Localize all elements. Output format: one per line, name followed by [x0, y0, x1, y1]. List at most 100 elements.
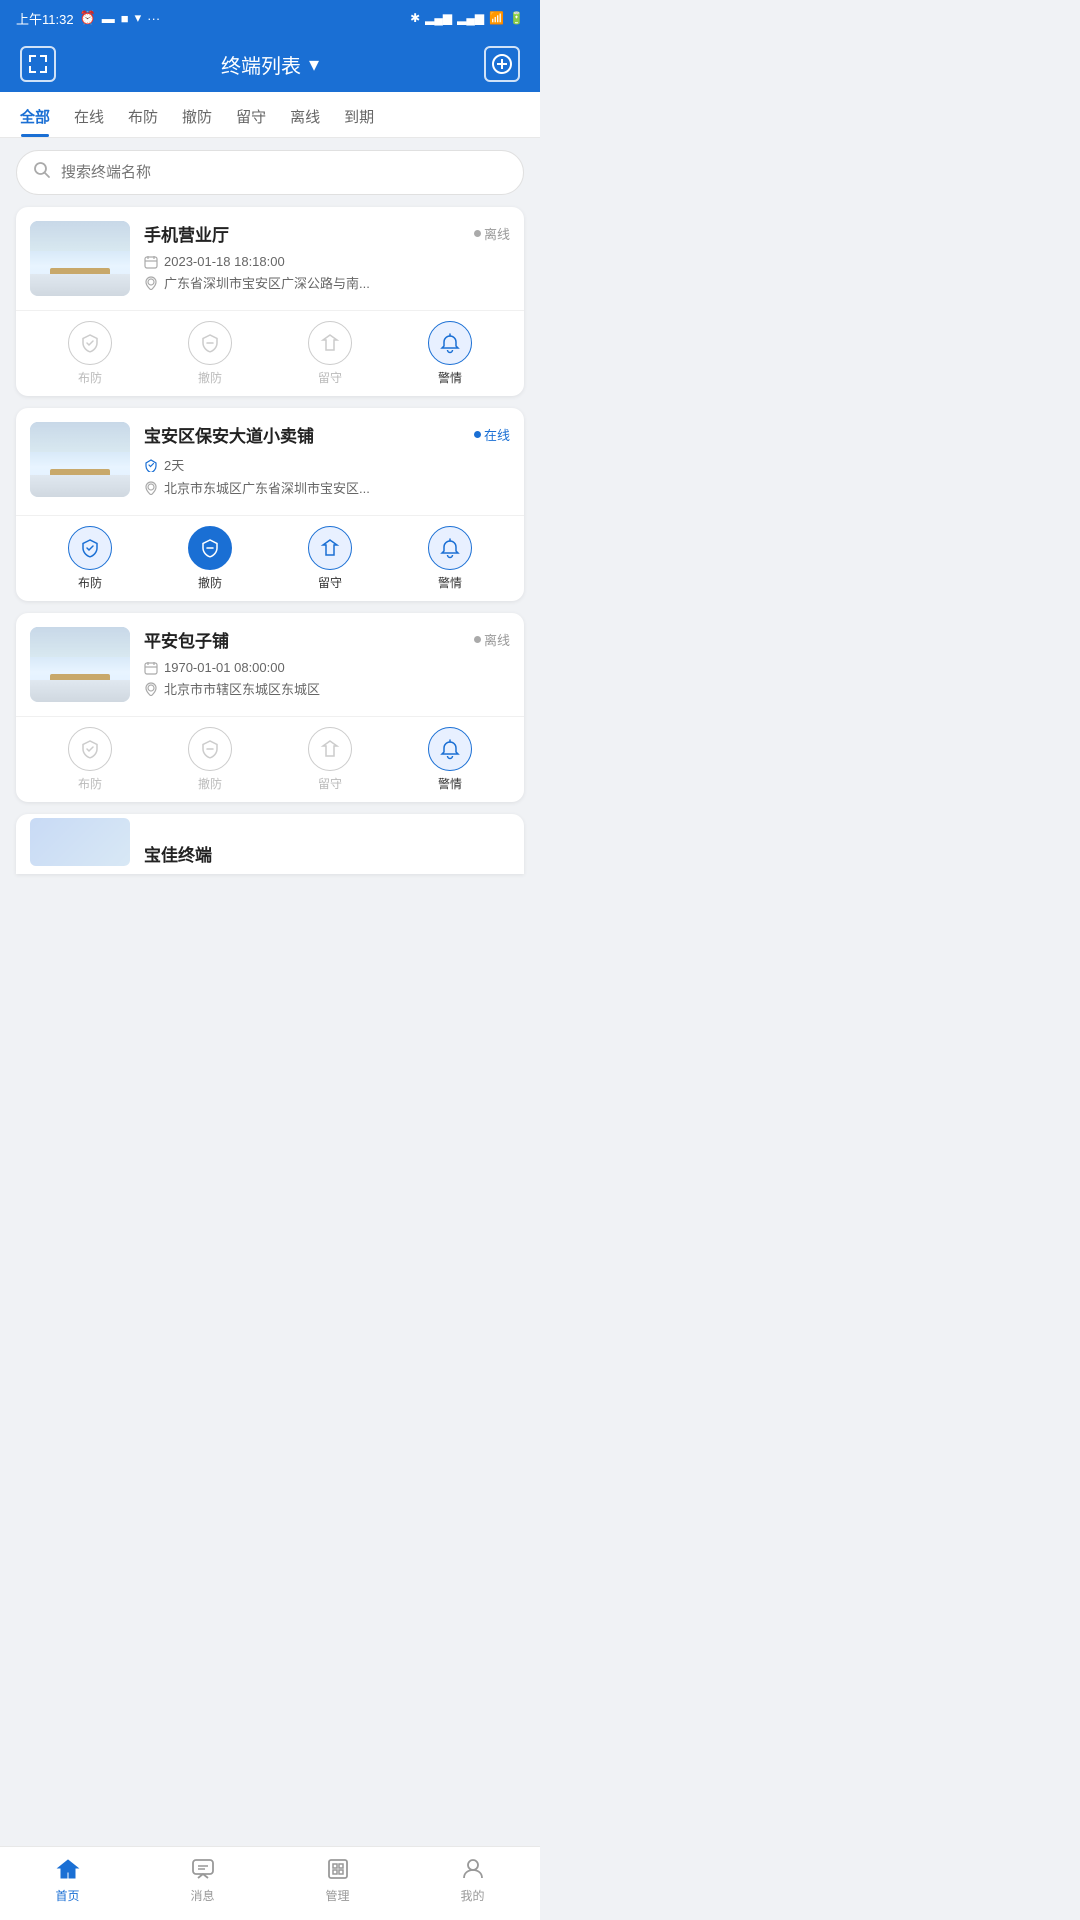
- action-alarm-1[interactable]: 警情: [428, 321, 472, 386]
- wifi-icon: 📶: [489, 11, 504, 25]
- arrow-icon: ▾: [135, 10, 142, 26]
- partial-device-card[interactable]: 宝佳终端: [16, 814, 524, 874]
- action-stay-1[interactable]: 留守: [308, 321, 352, 386]
- message-nav-icon: [189, 1855, 217, 1883]
- device-datetime-3: 1970-01-01 08:00:00: [144, 660, 510, 675]
- action-alarm-2[interactable]: 警情: [428, 526, 472, 591]
- stay-label-3: 留守: [318, 775, 342, 792]
- signal2-icon: ▂▄▆: [457, 11, 484, 25]
- search-input[interactable]: [61, 164, 507, 181]
- action-arm-2[interactable]: 布防: [68, 526, 112, 591]
- app-header: 终端列表 ▾: [0, 36, 540, 92]
- disarm-label-1: 撤防: [198, 369, 222, 386]
- device-info-2: 宝安区保安大道小卖铺 在线 2天 北京市东城区广东省深圳市宝安区...: [144, 422, 510, 501]
- disarm-label-2: 撤防: [198, 574, 222, 591]
- tab-expired[interactable]: 到期: [332, 92, 386, 137]
- signal1-icon: ▂▄▆: [425, 11, 452, 25]
- battery-icon: 🔋: [509, 11, 524, 25]
- device-actions-1: 布防 撤防 留守 警情: [16, 310, 524, 396]
- device-address-2: 北京市东城区广东省深圳市宝安区...: [144, 478, 510, 497]
- add-button[interactable]: [484, 46, 520, 82]
- stay-circle-2: [308, 526, 352, 570]
- bottom-nav: 首页 消息 管理: [0, 1846, 540, 1920]
- device-datetime-2: 2天: [144, 455, 510, 474]
- arm-circle-3: [68, 727, 112, 771]
- blue-icon: ■: [121, 11, 129, 26]
- device-card-2-main[interactable]: 宝安区保安大道小卖铺 在线 2天 北京市东城区广东省深圳市宝安区...: [16, 408, 524, 515]
- alarm-label-3: 警情: [438, 775, 462, 792]
- device-name-2: 宝安区保安大道小卖铺: [144, 422, 314, 447]
- tab-offline[interactable]: 离线: [278, 92, 332, 137]
- action-disarm-2[interactable]: 撤防: [188, 526, 232, 591]
- tab-armed[interactable]: 布防: [116, 92, 170, 137]
- dots-icon: ···: [147, 11, 160, 26]
- device-name-row-3: 平安包子铺 离线: [144, 627, 510, 652]
- status-dot-1: [474, 230, 481, 237]
- device-thumb-1: [30, 221, 130, 296]
- stay-circle-1: [308, 321, 352, 365]
- device-name-row-1: 手机营业厅 离线: [144, 221, 510, 246]
- arm-label-1: 布防: [78, 369, 102, 386]
- device-card-3-main[interactable]: 平安包子铺 离线 1970-01-01 08:00:00 北京市市辖区东城区东城…: [16, 613, 524, 716]
- device-name-row-2: 宝安区保安大道小卖铺 在线: [144, 422, 510, 447]
- device-address-1: 广东省深圳市宝安区广深公路与南...: [144, 273, 510, 292]
- action-stay-2[interactable]: 留守: [308, 526, 352, 591]
- action-arm-3[interactable]: 布防: [68, 727, 112, 792]
- alarm-circle-1: [428, 321, 472, 365]
- stay-label-2: 留守: [318, 574, 342, 591]
- disarm-circle-3: [188, 727, 232, 771]
- device-card-1-main[interactable]: 手机营业厅 离线 2023-01-18 18:18:00 广东省深圳市宝安区广深…: [16, 207, 524, 310]
- tab-stay[interactable]: 留守: [224, 92, 278, 137]
- nav-home[interactable]: 首页: [0, 1855, 135, 1904]
- content-area: 手机营业厅 离线 2023-01-18 18:18:00 广东省深圳市宝安区广深…: [0, 150, 540, 954]
- nav-home-label: 首页: [55, 1887, 79, 1904]
- partial-card-name: 宝佳终端: [144, 841, 212, 866]
- action-disarm-1[interactable]: 撤防: [188, 321, 232, 386]
- header-title[interactable]: 终端列表 ▾: [221, 50, 319, 79]
- action-alarm-3[interactable]: 警情: [428, 727, 472, 792]
- device-status-2: 在线: [474, 425, 510, 444]
- alarm-label-1: 警情: [438, 369, 462, 386]
- action-disarm-3[interactable]: 撤防: [188, 727, 232, 792]
- device-status-3: 离线: [474, 630, 510, 649]
- device-name-1: 手机营业厅: [144, 221, 229, 246]
- nav-manage[interactable]: 管理: [270, 1855, 405, 1904]
- stay-label-1: 留守: [318, 369, 342, 386]
- device-info-3: 平安包子铺 离线 1970-01-01 08:00:00 北京市市辖区东城区东城…: [144, 627, 510, 702]
- device-thumb-3: [30, 627, 130, 702]
- disarm-circle-2: [188, 526, 232, 570]
- nav-profile[interactable]: 我的: [405, 1855, 540, 1904]
- disarm-circle-1: [188, 321, 232, 365]
- search-icon: [33, 161, 51, 184]
- alarm-circle-3: [428, 727, 472, 771]
- status-dot-3: [474, 636, 481, 643]
- device-card-2: 宝安区保安大道小卖铺 在线 2天 北京市东城区广东省深圳市宝安区...: [16, 408, 524, 601]
- tab-online[interactable]: 在线: [62, 92, 116, 137]
- device-list: 手机营业厅 离线 2023-01-18 18:18:00 广东省深圳市宝安区广深…: [0, 207, 540, 802]
- arm-circle-1: [68, 321, 112, 365]
- device-card-1: 手机营业厅 离线 2023-01-18 18:18:00 广东省深圳市宝安区广深…: [16, 207, 524, 396]
- home-nav-icon: [54, 1855, 82, 1883]
- device-datetime-1: 2023-01-18 18:18:00: [144, 254, 510, 269]
- alarm-circle-2: [428, 526, 472, 570]
- nav-message-label: 消息: [190, 1887, 214, 1904]
- device-status-1: 离线: [474, 224, 510, 243]
- partial-thumb: [30, 818, 130, 866]
- dropdown-icon: ▾: [309, 52, 319, 77]
- stay-circle-3: [308, 727, 352, 771]
- search-bar[interactable]: [16, 150, 524, 195]
- action-stay-3[interactable]: 留守: [308, 727, 352, 792]
- action-arm-1[interactable]: 布防: [68, 321, 112, 386]
- nav-profile-label: 我的: [460, 1887, 484, 1904]
- scan-button[interactable]: [20, 46, 56, 82]
- tab-bar: 全部 在线 布防 撤防 留守 离线 到期: [0, 92, 540, 138]
- device-card-3: 平安包子铺 离线 1970-01-01 08:00:00 北京市市辖区东城区东城…: [16, 613, 524, 802]
- nav-message[interactable]: 消息: [135, 1855, 270, 1904]
- arm-circle-2: [68, 526, 112, 570]
- device-info-1: 手机营业厅 离线 2023-01-18 18:18:00 广东省深圳市宝安区广深…: [144, 221, 510, 296]
- profile-nav-icon: [459, 1855, 487, 1883]
- status-dot-2: [474, 431, 481, 438]
- device-address-3: 北京市市辖区东城区东城区: [144, 679, 510, 698]
- tab-disarmed[interactable]: 撤防: [170, 92, 224, 137]
- tab-all[interactable]: 全部: [8, 92, 62, 137]
